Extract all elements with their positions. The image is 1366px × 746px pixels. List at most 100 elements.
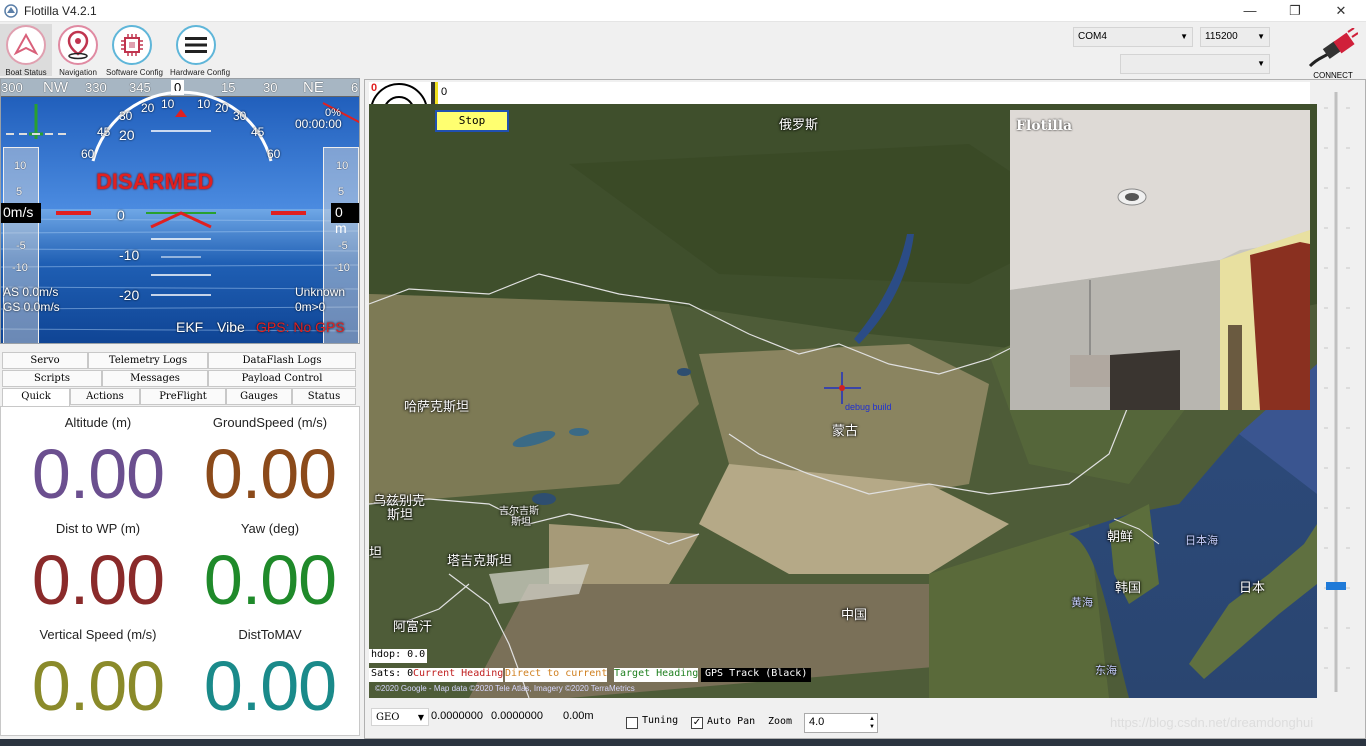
roll-label: 45 bbox=[97, 125, 111, 139]
tab-dataflash-logs[interactable]: DataFlash Logs bbox=[208, 352, 356, 369]
sats-readout: Sats: 0 bbox=[369, 668, 413, 682]
altitude-readout: 0 m bbox=[331, 203, 359, 236]
map-label-china: 中国 bbox=[841, 607, 868, 622]
chevron-down-icon: ▼ bbox=[1257, 32, 1265, 41]
alt-percent: 0% bbox=[325, 107, 341, 119]
hardware-config-label: Hardware Config bbox=[170, 68, 231, 77]
tuning-label: Tuning bbox=[642, 715, 679, 726]
tab-status[interactable]: Status bbox=[292, 388, 356, 405]
quick-label: Yaw (deg) bbox=[240, 521, 300, 536]
chevron-down-icon: ▼ bbox=[1257, 59, 1265, 68]
airspeed: AS 0.0m/s bbox=[3, 285, 59, 299]
altitude: 0.00m bbox=[563, 710, 594, 722]
legend-current-heading: Current Heading bbox=[413, 668, 504, 682]
minimize-button[interactable]: — bbox=[1227, 0, 1273, 22]
map-copyright: ©2020 Google - Map data ©2020 Tele Atlas… bbox=[375, 684, 635, 693]
software-config-button[interactable]: Software Config bbox=[106, 24, 163, 77]
software-config-label: Software Config bbox=[106, 68, 163, 77]
hardware-config-button[interactable]: Hardware Config bbox=[170, 24, 231, 77]
speed-tape: 10 5 -5 -10 bbox=[3, 147, 39, 343]
map-label-kyrgyzstan-2: 斯坦 bbox=[511, 517, 531, 528]
slider-track bbox=[1324, 92, 1350, 692]
roll-label: 20 bbox=[215, 101, 229, 115]
legend-gps-track: GPS Track (Black) bbox=[701, 668, 812, 682]
roll-label: 20 bbox=[141, 101, 155, 115]
tuning-checkbox[interactable] bbox=[626, 717, 638, 729]
maximize-button[interactable]: ❐ bbox=[1272, 0, 1318, 22]
tab-preflight[interactable]: PreFlight bbox=[140, 388, 226, 405]
boat-status-button[interactable]: Boat Status bbox=[0, 24, 52, 77]
taskbar bbox=[0, 739, 1366, 746]
latitude: 0.0000000 bbox=[431, 710, 483, 722]
map-label-tajikistan: 塔吉克斯坦 bbox=[447, 553, 513, 568]
quick-value[interactable]: 0.00 bbox=[13, 651, 183, 721]
autopan-checkbox[interactable]: ✓ bbox=[691, 717, 703, 729]
zoom-input[interactable]: 4.0 ▲ ▼ bbox=[804, 713, 878, 733]
navigation-button[interactable]: Navigation bbox=[52, 24, 104, 77]
coord-format-select[interactable]: GEO ▼ bbox=[371, 708, 429, 726]
vibe-indicator[interactable]: Vibe bbox=[217, 319, 245, 335]
map-label-sea-of-japan: 日本海 bbox=[1185, 535, 1218, 547]
quick-label: Vertical Speed (m/s) bbox=[39, 627, 157, 642]
link-select[interactable]: ▼ bbox=[1120, 54, 1270, 74]
app-icon bbox=[4, 4, 18, 18]
roll-label: 60 bbox=[81, 147, 95, 161]
tape-label: -5 bbox=[338, 240, 348, 252]
tape-label: 10 bbox=[336, 160, 349, 172]
quick-value[interactable]: 0.00 bbox=[185, 439, 355, 509]
chevron-down-icon: ▼ bbox=[417, 713, 424, 722]
tab-servo[interactable]: Servo bbox=[2, 352, 88, 369]
arm-status: DISARMED bbox=[96, 169, 214, 194]
navigation-label: Navigation bbox=[59, 68, 97, 77]
tab-gauges[interactable]: Gauges bbox=[226, 388, 292, 405]
roll-label: 10 bbox=[197, 97, 211, 111]
close-button[interactable]: ✕ bbox=[1318, 0, 1364, 22]
zoom-label: Zoom bbox=[768, 716, 793, 727]
baud-select[interactable]: 115200 ▼ bbox=[1200, 27, 1270, 47]
tape-label: -10 bbox=[334, 262, 350, 274]
tab-actions[interactable]: Actions bbox=[70, 388, 140, 405]
map-label-partial: 坦 bbox=[369, 545, 383, 560]
throttle-fill bbox=[435, 82, 438, 104]
map-status-bar: GEO ▼ 0.0000000 0.0000000 0.00m Tuning ✓… bbox=[365, 706, 1365, 738]
camera-image bbox=[1010, 110, 1310, 410]
altitude-tape: 10 5 -5 -10 bbox=[323, 147, 359, 343]
tab-messages[interactable]: Messages bbox=[102, 370, 208, 387]
longitude: 0.0000000 bbox=[491, 710, 543, 722]
chevron-down-icon: ▼ bbox=[1180, 32, 1188, 41]
ekf-indicator[interactable]: EKF bbox=[176, 319, 203, 335]
tape-label: 5 bbox=[16, 186, 23, 198]
tab-quick[interactable]: Quick bbox=[2, 388, 70, 406]
tab-payload-control[interactable]: Payload Control bbox=[208, 370, 356, 387]
map-label-east-sea: 东海 bbox=[1095, 665, 1117, 677]
pitch-label: -20 bbox=[119, 287, 140, 303]
tab-telemetry-logs[interactable]: Telemetry Logs bbox=[88, 352, 208, 369]
quick-value[interactable]: 0.00 bbox=[185, 545, 355, 615]
zoom-value: 4.0 bbox=[809, 716, 825, 728]
roll-label: 30 bbox=[233, 109, 247, 123]
roll-label: 30 bbox=[119, 109, 133, 123]
quick-value[interactable]: 0.00 bbox=[13, 545, 183, 615]
stepper-icon[interactable]: ▲ ▼ bbox=[869, 715, 875, 731]
connect-button[interactable]: CONNECT bbox=[1304, 27, 1362, 80]
hud-panel: 300 NW 330 345 0 15 30 NE 6 60 45 30 20 … bbox=[0, 78, 360, 344]
altitude-slider[interactable] bbox=[1322, 88, 1352, 696]
quick-value[interactable]: 0.00 bbox=[13, 439, 183, 509]
menu-icon bbox=[176, 25, 216, 65]
legend-direct: Direct to current bbox=[505, 668, 608, 682]
title-bar: Flotilla V4.2.1 — ❐ ✕ bbox=[0, 0, 1366, 22]
watermark: https://blog.csdn.net/dreamdonghui bbox=[1110, 715, 1314, 730]
quick-value[interactable]: 0.00 bbox=[185, 651, 355, 721]
stop-button[interactable]: Stop bbox=[435, 110, 509, 132]
coord-format-value: GEO bbox=[376, 712, 400, 723]
port-select[interactable]: COM4 ▼ bbox=[1073, 27, 1193, 47]
tab-scripts[interactable]: Scripts bbox=[2, 370, 102, 387]
map-label-north-korea: 朝鲜 bbox=[1107, 529, 1134, 544]
groundspeed: GS 0.0m/s bbox=[3, 300, 60, 314]
autopan-label: Auto Pan bbox=[707, 716, 756, 727]
tab-strip: Servo Telemetry Logs DataFlash Logs Scri… bbox=[0, 350, 360, 406]
tape-label: -10 bbox=[12, 262, 28, 274]
map-top-strip: 0 0 bbox=[369, 82, 1310, 144]
video-feed: Flotilla bbox=[1010, 110, 1310, 410]
plug-icon bbox=[1308, 27, 1359, 68]
